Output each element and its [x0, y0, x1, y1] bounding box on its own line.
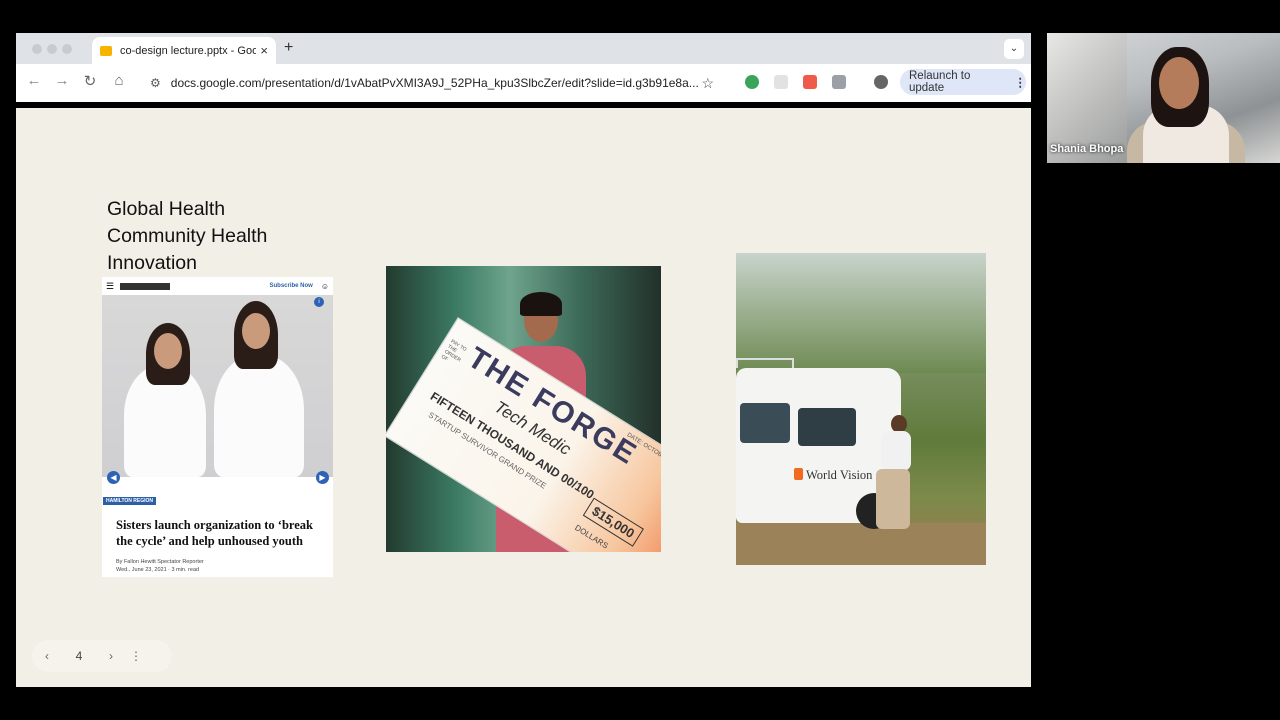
article-headline: Sisters launch organization to ‘break th…: [116, 518, 313, 548]
sister-right: [214, 355, 304, 477]
profile-avatar-icon[interactable]: [874, 75, 888, 89]
byline-author: By Fallon Hewitt Spectator Reporter: [116, 559, 204, 565]
dirt-ground: [736, 523, 986, 565]
title-line: Global Health: [107, 198, 226, 220]
section-badge: HAMILTON REGION: [103, 497, 157, 505]
winner-hair: [520, 292, 562, 316]
tp-extension-icon[interactable]: [803, 75, 817, 89]
person-shirt: [881, 431, 911, 471]
carousel-prev-icon: ◀: [107, 471, 120, 484]
tab-presentation[interactable]: co-design lecture.pptx - Goo ×: [92, 37, 276, 64]
truck-window-side: [798, 408, 856, 446]
home-button[interactable]: ⌂: [109, 72, 129, 89]
more-options-icon[interactable]: ⋮: [126, 649, 146, 663]
maximize-window-icon[interactable]: [62, 44, 72, 54]
slide-title: Global Health Community Health Innovatio…: [107, 196, 267, 277]
tab-title: co-design lecture.pptx - Goo: [120, 44, 257, 57]
tab-strip: co-design lecture.pptx - Goo × + ⌄: [16, 33, 1031, 64]
truck-window-front: [740, 403, 790, 443]
reload-button[interactable]: ↻: [80, 72, 100, 90]
browser-toolbar: ← → ↻ ⌂ ⚙ docs.google.com/presentation/d…: [16, 64, 1031, 102]
title-line: Community Health: [107, 225, 268, 247]
trees: [736, 253, 986, 373]
address-bar[interactable]: ⚙ docs.google.com/presentation/d/1vAbatP…: [140, 69, 724, 97]
sisters-photo: ◀ ▶ i: [102, 295, 333, 484]
newspaper-logo: [120, 282, 171, 290]
relaunch-button[interactable]: Relaunch to update ⋮: [900, 69, 1026, 95]
speaker-face: [1159, 57, 1199, 109]
webcam-video: Shania Bhopa: [1047, 33, 1280, 163]
forward-button[interactable]: →: [52, 72, 72, 89]
close-tab-icon[interactable]: ×: [260, 43, 268, 58]
article-header: ☰ Subscribe Now ☺: [102, 277, 333, 295]
article-byline: By Fallon Hewitt Spectator Reporter Wed.…: [116, 558, 204, 574]
face-right: [242, 313, 270, 349]
world-vision-logo-icon: [794, 468, 803, 480]
user-icon: ☺: [320, 281, 329, 291]
slide-number: 4: [75, 649, 83, 663]
byline-date: Wed., June 23, 2021 · 3 min. read: [116, 567, 200, 573]
url-text[interactable]: docs.google.com/presentation/d/1vAbatPvX…: [171, 76, 702, 90]
slides-icon: [100, 45, 112, 56]
extensions-puzzle-icon[interactable]: [832, 75, 846, 89]
site-info-icon[interactable]: ⚙: [150, 76, 161, 90]
new-tab-button[interactable]: +: [284, 39, 293, 57]
grammarly-extension-icon[interactable]: [745, 75, 759, 89]
close-window-icon[interactable]: [32, 44, 42, 54]
next-slide-button[interactable]: ›: [96, 649, 126, 663]
news-article-image: ☰ Subscribe Now ☺ ◀ ▶ i HAMILTON REGION …: [102, 277, 333, 577]
participant-name: Shania Bhopa: [1050, 143, 1124, 155]
world-vision-photo: World Vision: [736, 253, 986, 565]
relaunch-label: Relaunch to update: [909, 70, 971, 94]
info-icon: i: [314, 297, 324, 307]
tab-search-button[interactable]: ⌄: [1004, 39, 1024, 59]
reader-extension-icon[interactable]: [774, 75, 788, 89]
carousel-next-icon: ▶: [316, 471, 329, 484]
prev-slide-button[interactable]: ‹: [32, 649, 62, 663]
person-pants: [876, 469, 910, 529]
bookmark-star-icon[interactable]: ☆: [701, 75, 714, 92]
slide-navigator: ‹ 4 › ⋮: [32, 640, 172, 672]
face-left: [154, 333, 182, 369]
browser-menu-icon[interactable]: ⋮: [1015, 75, 1027, 89]
title-line: Innovation: [107, 252, 197, 274]
subscribe-link: Subscribe Now: [269, 283, 313, 289]
prize-check-photo: PAY TO THE ORDER OF THE FORGE DATE: OCTO…: [386, 266, 661, 552]
roof-rack: [736, 358, 794, 368]
truck-logo-text: World Vision: [806, 468, 873, 482]
browser-window: co-design lecture.pptx - Goo × + ⌄ ← → ↻…: [16, 33, 1031, 687]
minimize-window-icon[interactable]: [47, 44, 57, 54]
menu-icon: ☰: [106, 280, 115, 291]
presentation-slide: Global Health Community Health Innovatio…: [16, 108, 1031, 680]
back-button[interactable]: ←: [24, 72, 44, 89]
